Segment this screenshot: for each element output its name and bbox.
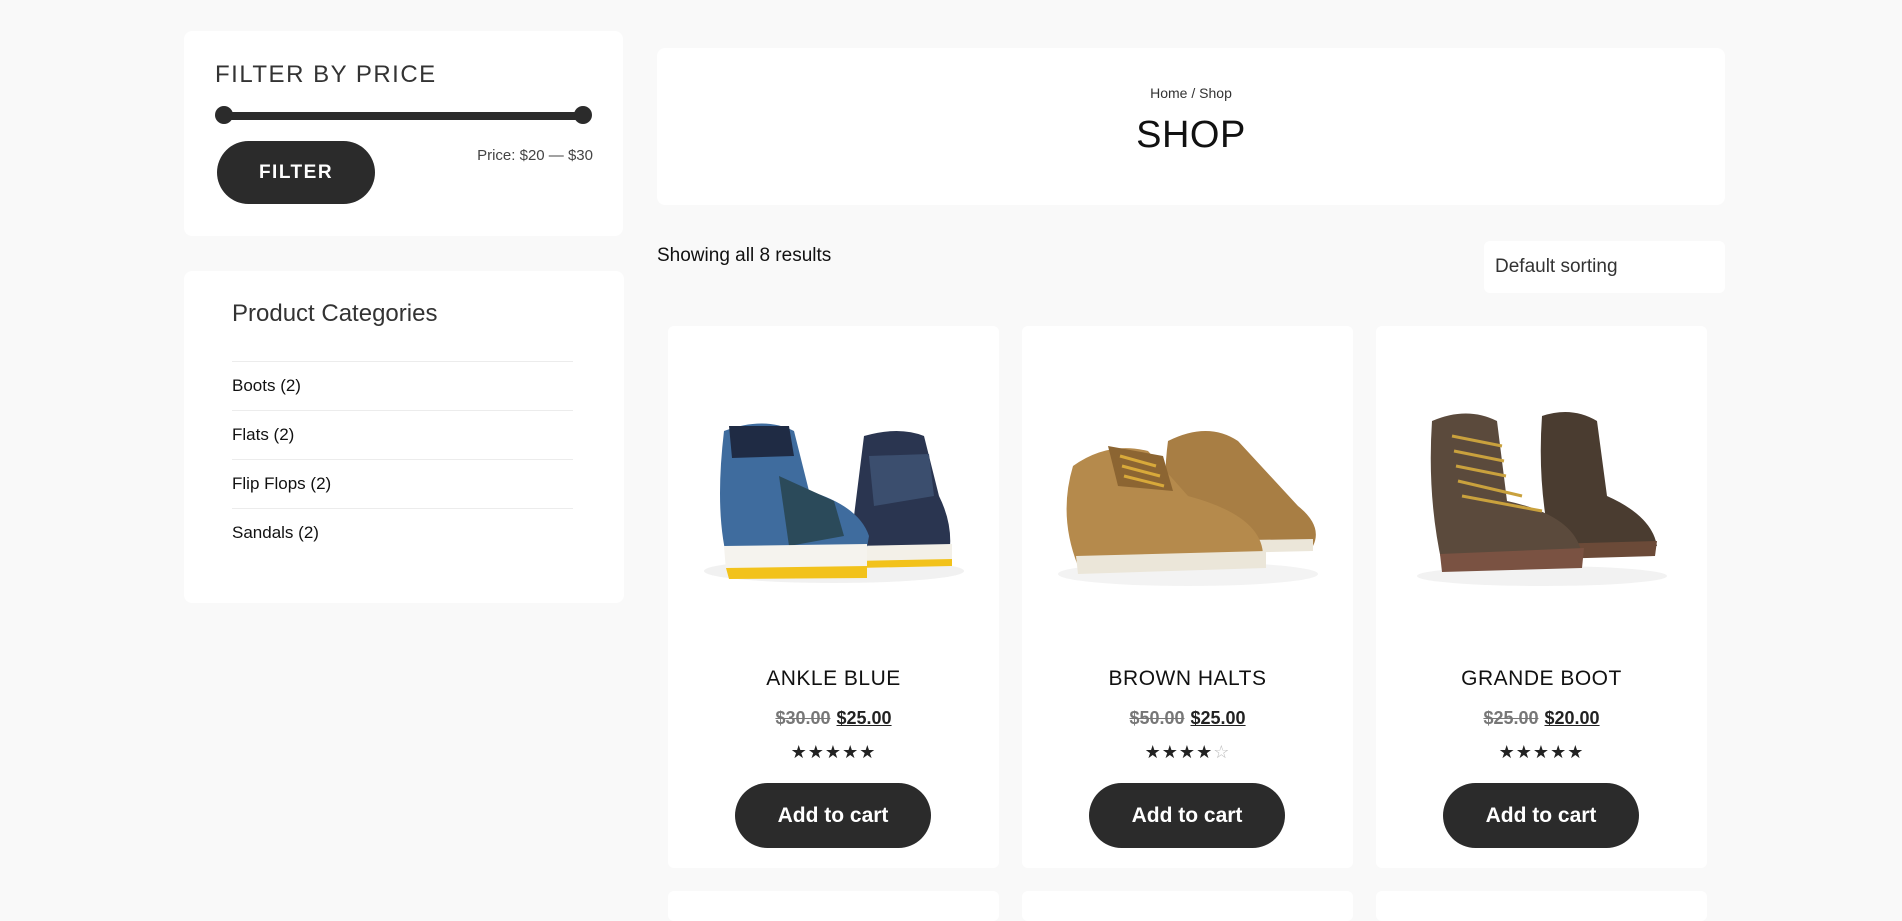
price-slider-min-handle[interactable] bbox=[215, 106, 233, 124]
product-card: ANKLE BLUE $30.00 $25.00 ★★★★★ Add to car… bbox=[668, 326, 999, 868]
product-price: $30.00 $25.00 bbox=[668, 708, 999, 729]
categories-title: Product Categories bbox=[232, 300, 438, 327]
category-item-flip-flops[interactable]: Flip Flops (2) bbox=[232, 459, 573, 508]
empty-stars: ☆ bbox=[1213, 742, 1231, 762]
add-to-cart-button[interactable]: Add to cart bbox=[1443, 783, 1639, 848]
product-sale-price: $25.00 bbox=[836, 708, 892, 728]
sorting-select[interactable]: Default sorting bbox=[1484, 241, 1725, 293]
product-card-partial bbox=[1022, 891, 1353, 921]
breadcrumb-home-link[interactable]: Home bbox=[1150, 85, 1187, 101]
product-card: GRANDE BOOT $25.00 $20.00 ★★★★★ Add to ca… bbox=[1376, 326, 1707, 868]
filled-stars: ★★★★★ bbox=[790, 742, 877, 762]
product-image[interactable] bbox=[1038, 396, 1337, 596]
star-rating: ★★★★★ bbox=[1376, 742, 1707, 763]
page-header: Home / Shop SHOP bbox=[657, 48, 1725, 205]
price-slider-max-handle[interactable] bbox=[574, 106, 592, 124]
page-title: SHOP bbox=[1136, 114, 1246, 156]
product-image[interactable] bbox=[1392, 396, 1691, 596]
category-item-sandals[interactable]: Sandals (2) bbox=[232, 508, 573, 557]
product-price: $50.00 $25.00 bbox=[1022, 708, 1353, 729]
product-card-partial bbox=[1376, 891, 1707, 921]
filter-button[interactable]: FILTER bbox=[217, 141, 375, 204]
add-to-cart-button[interactable]: Add to cart bbox=[1089, 783, 1285, 848]
breadcrumb-separator: / bbox=[1191, 85, 1196, 101]
product-old-price: $50.00 bbox=[1129, 708, 1185, 728]
category-item-boots[interactable]: Boots (2) bbox=[232, 361, 573, 410]
product-categories-widget: Product Categories Boots (2) Flats (2) F… bbox=[184, 271, 624, 603]
filled-stars: ★★★★ bbox=[1144, 742, 1214, 762]
star-rating: ★★★★★ bbox=[668, 742, 999, 763]
product-old-price: $30.00 bbox=[775, 708, 831, 728]
product-old-price: $25.00 bbox=[1483, 708, 1539, 728]
breadcrumb-current: Shop bbox=[1199, 85, 1232, 101]
product-price: $25.00 $20.00 bbox=[1376, 708, 1707, 729]
category-list: Boots (2) Flats (2) Flip Flops (2) Sanda… bbox=[232, 361, 573, 557]
product-card-partial bbox=[668, 891, 999, 921]
star-rating: ★★★★☆ bbox=[1022, 742, 1353, 763]
product-name[interactable]: GRANDE BOOT bbox=[1376, 667, 1707, 691]
product-name[interactable]: ANKLE BLUE bbox=[668, 667, 999, 691]
price-filter-widget: FILTER BY PRICE FILTER Price: $20 — $30 bbox=[184, 31, 623, 236]
category-item-flats[interactable]: Flats (2) bbox=[232, 410, 573, 459]
product-sale-price: $25.00 bbox=[1190, 708, 1246, 728]
breadcrumb: Home / Shop bbox=[657, 85, 1725, 101]
results-count: Showing all 8 results bbox=[657, 245, 832, 266]
product-card: BROWN HALTS $50.00 $25.00 ★★★★☆ Add to ca… bbox=[1022, 326, 1353, 868]
product-name[interactable]: BROWN HALTS bbox=[1022, 667, 1353, 691]
product-image[interactable] bbox=[684, 396, 983, 596]
filled-stars: ★★★★★ bbox=[1498, 742, 1585, 762]
add-to-cart-button[interactable]: Add to cart bbox=[735, 783, 931, 848]
price-range-label: Price: $20 — $30 bbox=[477, 147, 593, 164]
price-slider-track[interactable] bbox=[223, 112, 589, 120]
price-filter-title: FILTER BY PRICE bbox=[215, 61, 437, 88]
product-sale-price: $20.00 bbox=[1544, 708, 1600, 728]
